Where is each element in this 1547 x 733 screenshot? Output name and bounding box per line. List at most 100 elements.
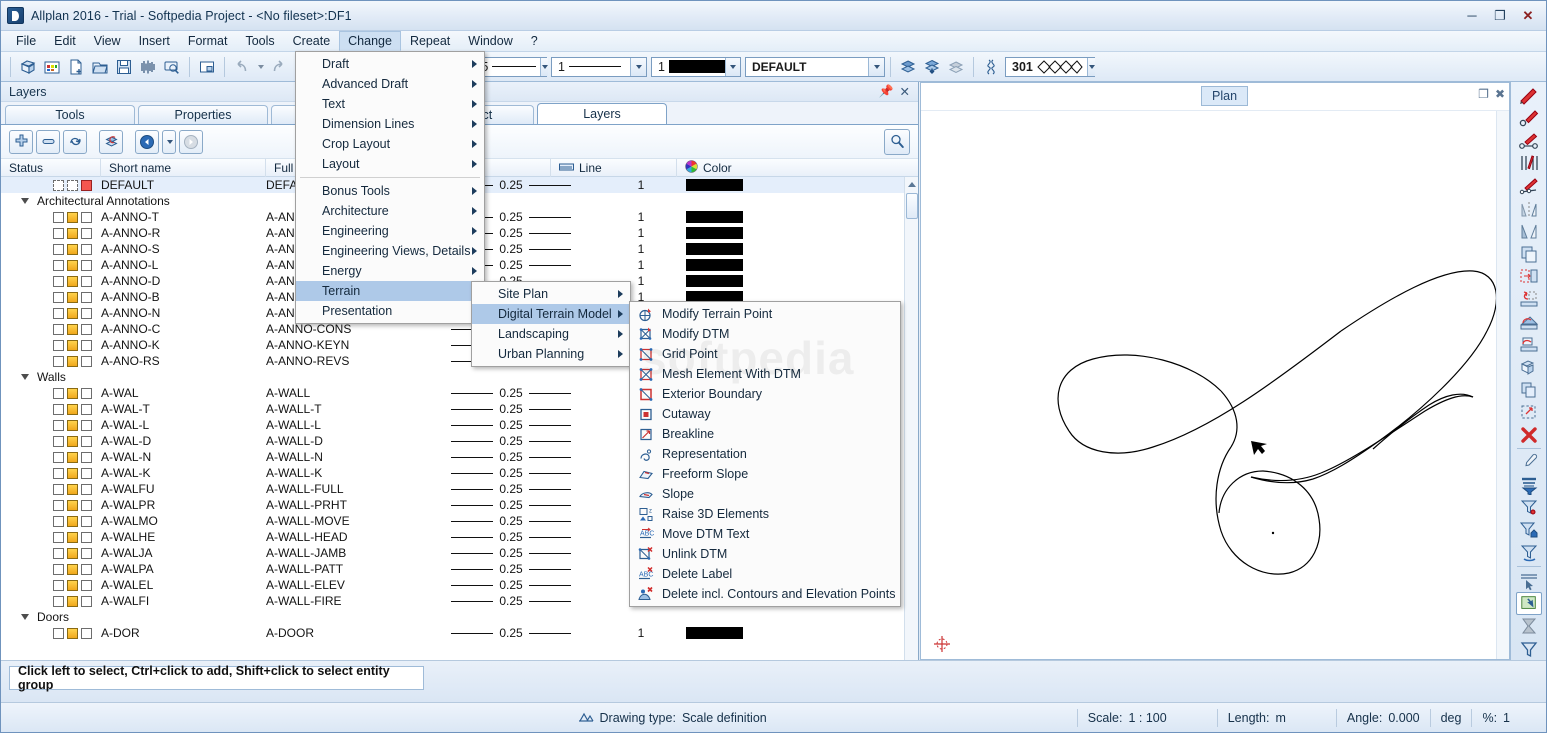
menu-view[interactable]: View (85, 31, 130, 51)
visibility-checkbox[interactable] (53, 483, 64, 495)
table-row[interactable]: A-DOR A-DOOR 0.25 1 (1, 625, 918, 641)
menu-item-exterior-boundary[interactable]: Exterior Boundary (630, 384, 900, 404)
editable-checkbox[interactable] (67, 595, 78, 607)
editable-checkbox[interactable] (67, 579, 78, 591)
menu-change[interactable]: Change (339, 31, 401, 51)
plan-tab[interactable]: Plan (1201, 86, 1249, 106)
layers-gray-icon[interactable] (944, 55, 968, 79)
row-status-cell[interactable] (1, 499, 101, 511)
menu-format[interactable]: Format (179, 31, 237, 51)
lock-checkbox[interactable] (81, 515, 92, 527)
row-status-cell[interactable] (1, 595, 101, 607)
layer-dropdown[interactable] (868, 57, 884, 76)
row-status-cell[interactable] (1, 243, 101, 255)
menu-item-terrain[interactable]: Terrain (296, 281, 484, 301)
column-line[interactable]: Line (551, 158, 677, 177)
copy-icon[interactable] (1516, 242, 1542, 265)
lock-checkbox[interactable] (81, 275, 92, 287)
menu-item-draft[interactable]: Draft (296, 54, 484, 74)
row-status-cell[interactable] (1, 227, 101, 239)
lock-checkbox[interactable] (81, 403, 92, 415)
lock-checkbox[interactable] (81, 259, 92, 271)
pen-thickness-dropdown[interactable] (540, 57, 549, 76)
menu-item-engineering[interactable]: Engineering (296, 221, 484, 241)
hatch-combo[interactable]: 301 (1005, 56, 1095, 77)
editable-checkbox[interactable] (67, 499, 78, 511)
row-status-cell[interactable] (1, 179, 101, 191)
editable-checkbox[interactable] (67, 531, 78, 543)
lock-checkbox[interactable] (81, 227, 92, 239)
project-icon[interactable] (1516, 356, 1542, 379)
row-status-cell[interactable] (1, 291, 101, 303)
length-segment[interactable]: Length: m (1216, 708, 1296, 727)
visibility-checkbox[interactable] (53, 563, 64, 575)
angle-segment[interactable]: Angle: 0.000 (1335, 708, 1430, 727)
close-window-icon[interactable]: ✖ (1495, 87, 1505, 101)
row-status-cell[interactable] (1, 275, 101, 287)
lock-checkbox[interactable] (81, 179, 92, 191)
menu-item-site-plan[interactable]: Site Plan (472, 284, 630, 304)
new-project-icon[interactable] (16, 55, 40, 79)
lock-checkbox[interactable] (81, 307, 92, 319)
move-into-icon[interactable] (1516, 265, 1542, 288)
menu-item-advanced-draft[interactable]: Advanced Draft (296, 74, 484, 94)
copy2-icon[interactable] (1516, 378, 1542, 401)
print-preview-icon[interactable] (136, 55, 160, 79)
row-status-cell[interactable] (1, 579, 101, 591)
menu-item-urban-planning[interactable]: Urban Planning (472, 344, 630, 364)
filter-sum-icon[interactable] (1516, 542, 1542, 565)
redo-icon[interactable] (266, 55, 290, 79)
lock-checkbox[interactable] (81, 339, 92, 351)
visibility-checkbox[interactable] (53, 531, 64, 543)
restore-window-icon[interactable]: ❐ (1478, 87, 1489, 101)
editable-checkbox[interactable] (67, 323, 78, 335)
column-status[interactable]: Status (1, 158, 101, 177)
scale-segment[interactable]: Scale: 1 : 100 (1076, 708, 1177, 727)
terrain-submenu-popup[interactable]: Site Plan Digital Terrain Model Landscapin… (471, 281, 631, 367)
menu-item-energy[interactable]: Energy (296, 261, 484, 281)
lock-checkbox[interactable] (81, 563, 92, 575)
editable-checkbox[interactable] (67, 419, 78, 431)
lock-checkbox[interactable] (81, 355, 92, 367)
lock-checkbox[interactable] (81, 579, 92, 591)
visibility-checkbox[interactable] (53, 451, 64, 463)
editable-checkbox[interactable] (67, 275, 78, 287)
row-status-cell[interactable] (1, 435, 101, 447)
menu-item-breakline[interactable]: Breakline (630, 424, 900, 444)
line-type-dropdown[interactable] (630, 57, 646, 76)
menu-item-modify-dtm[interactable]: Modify DTM (630, 324, 900, 344)
row-status-cell[interactable] (1, 259, 101, 271)
visibility-checkbox[interactable] (53, 419, 64, 431)
layer-group-row[interactable]: Doors (1, 609, 918, 625)
visibility-checkbox[interactable] (53, 579, 64, 591)
editable-checkbox[interactable] (67, 291, 78, 303)
menu-help[interactable]: ? (522, 31, 547, 51)
row-status-cell[interactable] (1, 339, 101, 351)
delete-x-icon[interactable] (1516, 424, 1542, 447)
visibility-checkbox[interactable] (53, 227, 64, 239)
row-status-cell[interactable] (1, 515, 101, 527)
drawing-area[interactable]: Plan ❐ ✖ (920, 82, 1510, 660)
tab-properties[interactable]: Properties (138, 105, 268, 124)
tab-layers[interactable]: Layers (537, 103, 667, 124)
menu-create[interactable]: Create (284, 31, 340, 51)
menu-item-move-dtm-text[interactable]: ABC Move DTM Text (630, 524, 900, 544)
arrow-select-icon[interactable] (1516, 569, 1542, 592)
row-status-cell[interactable] (1, 323, 101, 335)
mirror-icon[interactable] (1516, 220, 1542, 243)
visibility-checkbox[interactable] (53, 515, 64, 527)
editable-checkbox[interactable] (67, 355, 78, 367)
row-status-cell[interactable] (1, 627, 101, 639)
menu-item-digital-terrain-model[interactable]: Digital Terrain Model (472, 304, 630, 324)
visibility-checkbox[interactable] (53, 627, 64, 639)
open-folder-icon[interactable] (88, 55, 112, 79)
menu-item-dimension-lines[interactable]: Dimension Lines (296, 114, 484, 134)
editable-checkbox[interactable] (67, 227, 78, 239)
command-prompt[interactable]: Click left to select, Ctrl+click to add,… (9, 664, 424, 692)
color-combo[interactable]: 1 (651, 56, 741, 77)
filter-point-icon[interactable] (1516, 496, 1542, 519)
lock-checkbox[interactable] (81, 291, 92, 303)
funnel-icon[interactable] (1516, 637, 1542, 660)
row-status-cell[interactable] (1, 355, 101, 367)
menu-item-freeform-slope[interactable]: Freeform Slope (630, 464, 900, 484)
